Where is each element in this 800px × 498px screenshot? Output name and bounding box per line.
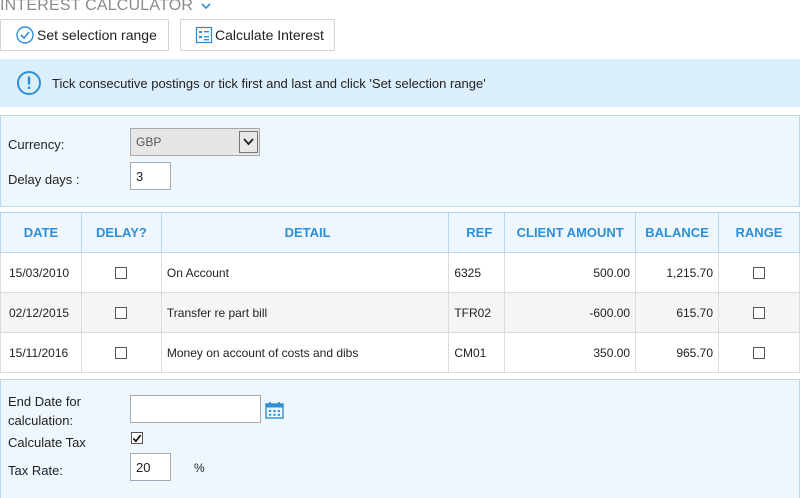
column-header-detail[interactable]: DETAIL [160, 212, 450, 253]
column-header-delay[interactable]: DELAY? [80, 212, 162, 253]
check-circle-icon [15, 25, 35, 45]
page-title: INTEREST CALCULATOR [0, 0, 194, 14]
calculation-panel: End Date for calculation: Calculate Tax … [0, 379, 800, 498]
currency-select[interactable]: GBP [130, 128, 260, 156]
row-balance: 965.70 [635, 332, 720, 373]
column-header-balance[interactable]: BALANCE [635, 212, 720, 253]
set-selection-range-label: Set selection range [37, 27, 157, 43]
range-checkbox[interactable] [753, 267, 766, 280]
tax-rate-label: Tax Rate: [8, 463, 63, 478]
postings-table: DATE DELAY? DETAIL REF CLIENT AMOUNT BAL… [0, 212, 800, 373]
checkmark-icon [132, 434, 142, 443]
row-balance: 1,215.70 [635, 252, 720, 293]
currency-value: GBP [136, 135, 162, 149]
delay-checkbox[interactable] [115, 307, 128, 320]
table-header-row: DATE DELAY? DETAIL REF CLIENT AMOUNT BAL… [0, 212, 800, 253]
info-icon [16, 70, 42, 96]
row-detail: Transfer re part bill [160, 292, 450, 333]
row-date: 02/12/2015 [0, 292, 82, 333]
row-ref: CM01 [448, 332, 506, 373]
chevron-down-icon[interactable] [239, 131, 258, 153]
set-selection-range-button[interactable]: Set selection range [0, 19, 169, 51]
currency-label: Currency: [8, 137, 65, 152]
row-date: 15/11/2016 [0, 332, 82, 373]
row-client-amount: 500.00 [504, 252, 637, 293]
column-header-ref[interactable]: REF [448, 212, 506, 253]
row-detail: Money on account of costs and dibs [160, 332, 450, 373]
tax-rate-input[interactable]: 20 [130, 453, 171, 481]
settings-panel: Currency: GBP Delay days : 3 [0, 115, 800, 207]
column-header-range[interactable]: RANGE [718, 212, 800, 253]
calculator-icon [195, 26, 213, 44]
page-header: INTEREST CALCULATOR [0, 0, 211, 16]
end-date-label-line1: End Date for [8, 394, 81, 409]
calculate-interest-label: Calculate Interest [215, 27, 324, 43]
end-date-label-line2: calculation: [8, 413, 74, 428]
table-row: 02/12/2015 Transfer re part bill TFR02 -… [0, 292, 800, 333]
row-client-amount: -600.00 [504, 292, 637, 333]
chevron-down-icon[interactable] [201, 2, 211, 10]
table-row: 15/03/2010 On Account 6325 500.00 1,215.… [0, 252, 800, 293]
row-ref: 6325 [448, 252, 506, 293]
range-checkbox[interactable] [753, 347, 766, 360]
delay-checkbox[interactable] [115, 267, 128, 280]
info-message: Tick consecutive postings or tick first … [52, 75, 486, 91]
delay-days-label: Delay days : [8, 172, 80, 187]
info-banner: Tick consecutive postings or tick first … [0, 59, 800, 107]
tax-rate-unit: % [194, 461, 205, 475]
delay-checkbox[interactable] [115, 347, 128, 360]
row-client-amount: 350.00 [504, 332, 637, 373]
row-date: 15/03/2010 [0, 252, 82, 293]
row-detail: On Account [160, 252, 450, 293]
calculate-tax-checkbox[interactable] [131, 432, 143, 444]
end-date-input[interactable] [130, 395, 261, 423]
range-checkbox[interactable] [753, 307, 766, 320]
calculate-tax-label: Calculate Tax [8, 435, 86, 450]
calendar-icon[interactable] [265, 402, 284, 419]
row-balance: 615.70 [635, 292, 720, 333]
calculate-interest-button[interactable]: Calculate Interest [180, 19, 335, 51]
delay-days-input[interactable]: 3 [130, 162, 171, 190]
column-header-date[interactable]: DATE [0, 212, 82, 253]
row-ref: TFR02 [448, 292, 506, 333]
table-row: 15/11/2016 Money on account of costs and… [0, 332, 800, 373]
column-header-client-amount[interactable]: CLIENT AMOUNT [504, 212, 637, 253]
